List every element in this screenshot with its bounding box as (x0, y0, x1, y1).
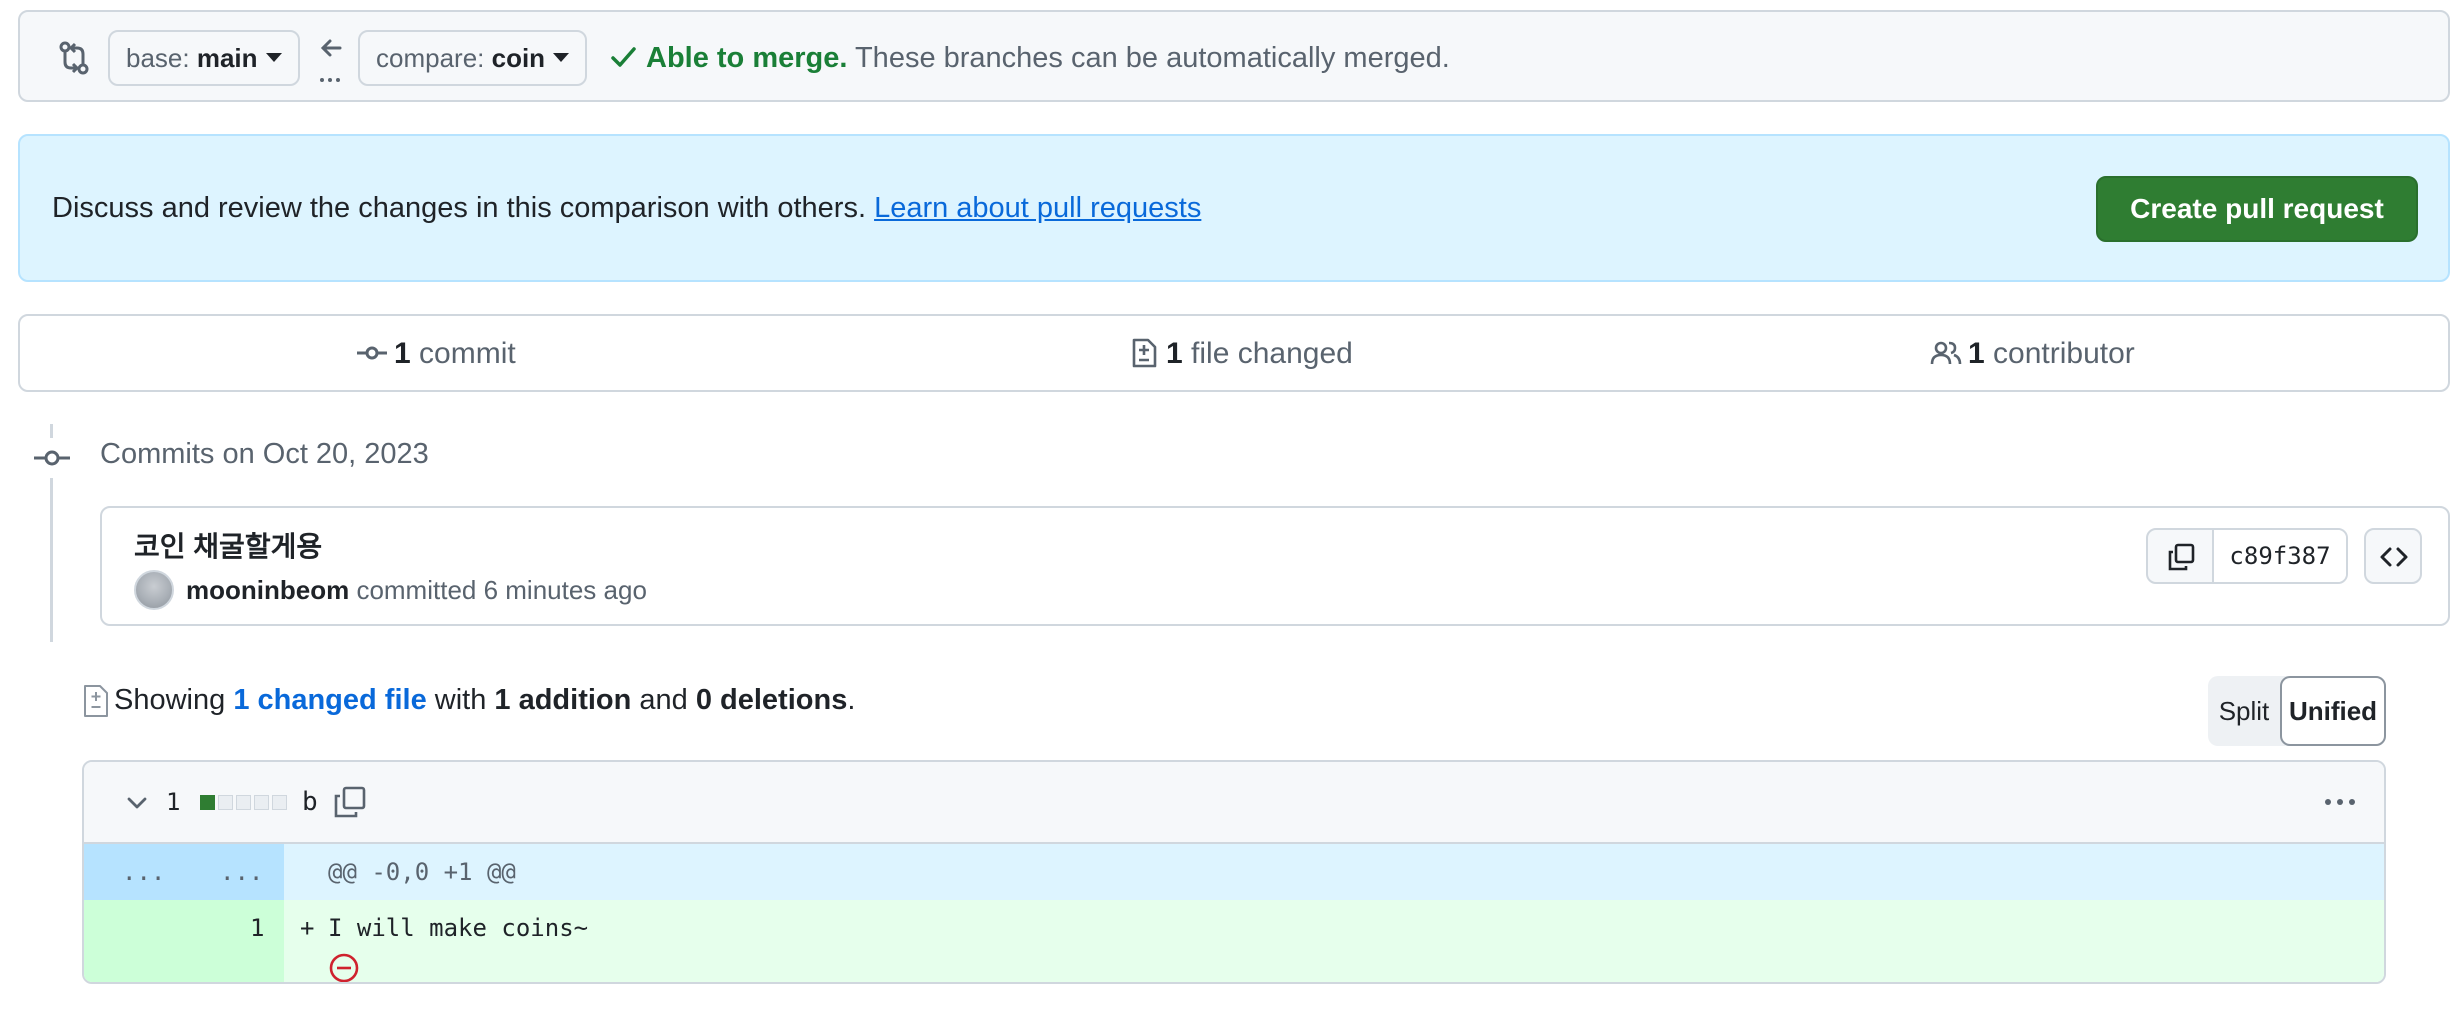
git-compare-icon (59, 41, 89, 75)
git-commit-icon (32, 438, 72, 478)
banner-text: Discuss and review the changes in this c… (52, 188, 1201, 228)
toc-mid2: and (631, 684, 696, 716)
compare-branch-name: coin (491, 43, 546, 73)
diff-file-name[interactable]: b (302, 782, 318, 822)
files-label: file changed (1182, 337, 1353, 370)
diffstat-added-block (200, 795, 215, 810)
create-pull-request-button[interactable]: Create pull request (2096, 176, 2418, 242)
diffstat-neutral-block (272, 795, 287, 810)
arrow-left-icon (320, 39, 342, 82)
commit-item: 코인 채굴할게용 mooninbeom committed 6 minutes … (100, 506, 2450, 626)
avatar[interactable] (134, 570, 174, 610)
contributors-count: 1 (1968, 337, 1985, 370)
toc-suffix: . (847, 684, 856, 716)
line-number[interactable]: 1 (250, 908, 264, 948)
files-count: 1 (1166, 337, 1183, 370)
file-diff-icon (1132, 338, 1157, 368)
kebab-horizontal-icon[interactable] (2320, 784, 2360, 820)
diff-line-text: I will make coins~ (328, 914, 589, 942)
contributors-label: contributor (1984, 337, 2135, 370)
additions-count: 1 addition (494, 684, 632, 716)
learn-pull-requests-link[interactable]: Learn about pull requests (874, 192, 1201, 224)
copy-icon[interactable] (332, 784, 368, 820)
compare-info-banner: Discuss and review the changes in this c… (18, 134, 2450, 282)
commits-date-heading: Commits on Oct 20, 2023 (100, 438, 429, 470)
line-number-gutter: 1 (84, 900, 284, 982)
git-commit-icon (357, 346, 387, 360)
no-entry-icon (329, 953, 359, 982)
compare-summary: 1 commit 1 file changed 1 contributor (18, 314, 2450, 392)
commit-author-link[interactable]: mooninbeom (186, 575, 349, 605)
diffstat-neutral-block (236, 795, 251, 810)
expand-down-button[interactable]: ... (220, 852, 263, 892)
changed-files-link[interactable]: 1 changed file (233, 684, 426, 716)
merge-status: Able to merge. These branches can be aut… (608, 38, 1450, 78)
commit-sha-link[interactable]: c89f387 (2214, 530, 2346, 582)
copy-sha-button[interactable] (2148, 530, 2214, 582)
split-view-button[interactable]: Split (2208, 676, 2280, 746)
diffstat-neutral-block (254, 795, 269, 810)
deletions-count: 0 deletions (695, 684, 848, 716)
caret-down-icon (553, 53, 570, 62)
commits-tab[interactable]: 1 commit (356, 334, 516, 374)
contributors-tab[interactable]: 1 contributor (1930, 334, 2135, 374)
files-changed-tab[interactable]: 1 file changed (1128, 334, 1353, 374)
merge-status-label: Able to merge. (646, 42, 848, 74)
banner-message: Discuss and review the changes in this c… (52, 192, 875, 224)
check-icon (611, 47, 636, 67)
commit-meta: mooninbeom committed 6 minutes ago (186, 572, 647, 608)
file-diff-icon (84, 685, 108, 717)
base-branch-prefix: base: (126, 43, 197, 73)
toc-prefix: Showing (114, 684, 234, 716)
base-branch-button[interactable]: base: main (108, 30, 300, 86)
expand-up-button[interactable]: ... (122, 852, 165, 892)
commits-count: 1 (394, 337, 411, 370)
code-icon (2380, 547, 2408, 567)
copy-icon (2168, 543, 2195, 571)
diff-hunk-header-row: ... ... @@ -0,0 +1 @@ (84, 844, 2384, 900)
diffstat-neutral-block (218, 795, 233, 810)
diff-file: 1 b ... ... @@ -0,0 +1 @@ 1 + I will mak… (82, 760, 2386, 984)
diff-summary-text: Showing 1 changed file with 1 addition a… (114, 680, 855, 720)
commit-sha-group: c89f387 (2146, 528, 2348, 584)
chevron-down-icon[interactable] (122, 788, 152, 818)
browse-repo-button[interactable] (2364, 528, 2422, 584)
compare-range-bar: base: main compare: coin Able to merge. … (18, 10, 2450, 102)
diff-view-toggle: Split Unified (2208, 676, 2386, 746)
diff-sign: + (300, 914, 315, 942)
people-icon (1930, 341, 1962, 365)
toc-mid1: with (426, 684, 495, 716)
compare-branch-button[interactable]: compare: coin (358, 30, 588, 86)
commit-title-link[interactable]: 코인 채굴할게용 (134, 528, 322, 566)
unified-view-button[interactable]: Unified (2280, 676, 2386, 746)
commits-label: commit (410, 337, 516, 370)
caret-down-icon (265, 53, 282, 62)
diff-change-count: 1 (166, 788, 181, 816)
hunk-header: @@ -0,0 +1 @@ (328, 858, 516, 886)
base-branch-name: main (196, 43, 258, 73)
hunk-expand-gutter: ... ... (84, 844, 284, 900)
commit-time: committed 6 minutes ago (349, 575, 647, 605)
diff-added-line: 1 + I will make coins~ (84, 900, 2384, 982)
diff-file-header: 1 b (84, 762, 2384, 844)
merge-status-message: These branches can be automatically merg… (847, 42, 1450, 74)
compare-branch-prefix: compare: (376, 43, 492, 73)
